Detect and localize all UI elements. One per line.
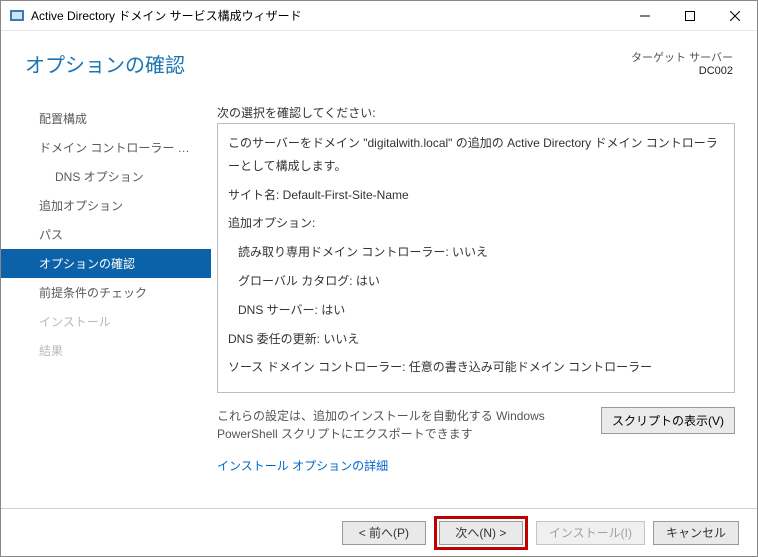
more-info-link[interactable]: インストール オプションの詳細 [217, 457, 735, 474]
next-button-highlight: 次へ(N) > [434, 516, 528, 550]
target-server: ターゲット サーバー DC002 [631, 49, 733, 77]
wizard-header: オプションの確認 ターゲット サーバー DC002 [1, 31, 757, 88]
review-line-5: DNS サーバー: はい [228, 299, 724, 322]
cancel-button[interactable]: キャンセル [653, 521, 739, 545]
review-line-3: 読み取り専用ドメイン コントローラー: いいえ [228, 241, 724, 264]
instruction-text: 次の選択を確認してください: [217, 104, 735, 121]
sidebar-item-2[interactable]: DNS オプション [1, 162, 211, 191]
sidebar-item-7: インストール [1, 307, 211, 336]
review-line-0: このサーバーをドメイン "digitalwith.local" の追加の Act… [228, 132, 724, 178]
sidebar-item-4[interactable]: パス [1, 220, 211, 249]
sidebar-item-3[interactable]: 追加オプション [1, 191, 211, 220]
sidebar: 配置構成ドメイン コントローラー オプシ...DNS オプション追加オプションパ… [1, 96, 211, 508]
review-line-2: 追加オプション: [228, 212, 724, 235]
target-label: ターゲット サーバー [631, 49, 733, 65]
export-row: これらの設定は、追加のインストールを自動化する Windows PowerShe… [217, 407, 735, 443]
install-button: インストール(I) [536, 521, 645, 545]
review-line-6: DNS 委任の更新: いいえ [228, 328, 724, 351]
page-title: オプションの確認 [25, 49, 185, 78]
main-panel: 次の選択を確認してください: このサーバーをドメイン "digitalwith.… [211, 96, 757, 508]
review-textbox[interactable]: このサーバーをドメイン "digitalwith.local" の追加の Act… [217, 123, 735, 393]
review-line-4: グローバル カタログ: はい [228, 270, 724, 293]
export-note: これらの設定は、追加のインストールを自動化する Windows PowerShe… [217, 407, 591, 443]
app-icon [9, 8, 25, 24]
minimize-button[interactable] [622, 1, 667, 31]
sidebar-item-5[interactable]: オプションの確認 [1, 249, 211, 278]
sidebar-item-6[interactable]: 前提条件のチェック [1, 278, 211, 307]
review-line-7: ソース ドメイン コントローラー: 任意の書き込み可能ドメイン コントローラー [228, 356, 724, 379]
review-line-1: サイト名: Default-First-Site-Name [228, 184, 724, 207]
sidebar-item-1[interactable]: ドメイン コントローラー オプシ... [1, 133, 211, 162]
previous-button[interactable]: < 前へ(P) [342, 521, 426, 545]
window-buttons [622, 1, 757, 31]
titlebar: Active Directory ドメイン サービス構成ウィザード [1, 1, 757, 31]
maximize-button[interactable] [667, 1, 712, 31]
sidebar-item-8: 結果 [1, 336, 211, 365]
sidebar-item-0[interactable]: 配置構成 [1, 104, 211, 133]
target-value: DC002 [631, 65, 733, 77]
close-button[interactable] [712, 1, 757, 31]
wizard-footer: < 前へ(P) 次へ(N) > インストール(I) キャンセル [1, 508, 757, 556]
view-script-button[interactable]: スクリプトの表示(V) [601, 407, 735, 434]
window-title: Active Directory ドメイン サービス構成ウィザード [31, 7, 622, 24]
next-button[interactable]: 次へ(N) > [439, 521, 523, 545]
wizard-body: 配置構成ドメイン コントローラー オプシ...DNS オプション追加オプションパ… [1, 96, 757, 508]
